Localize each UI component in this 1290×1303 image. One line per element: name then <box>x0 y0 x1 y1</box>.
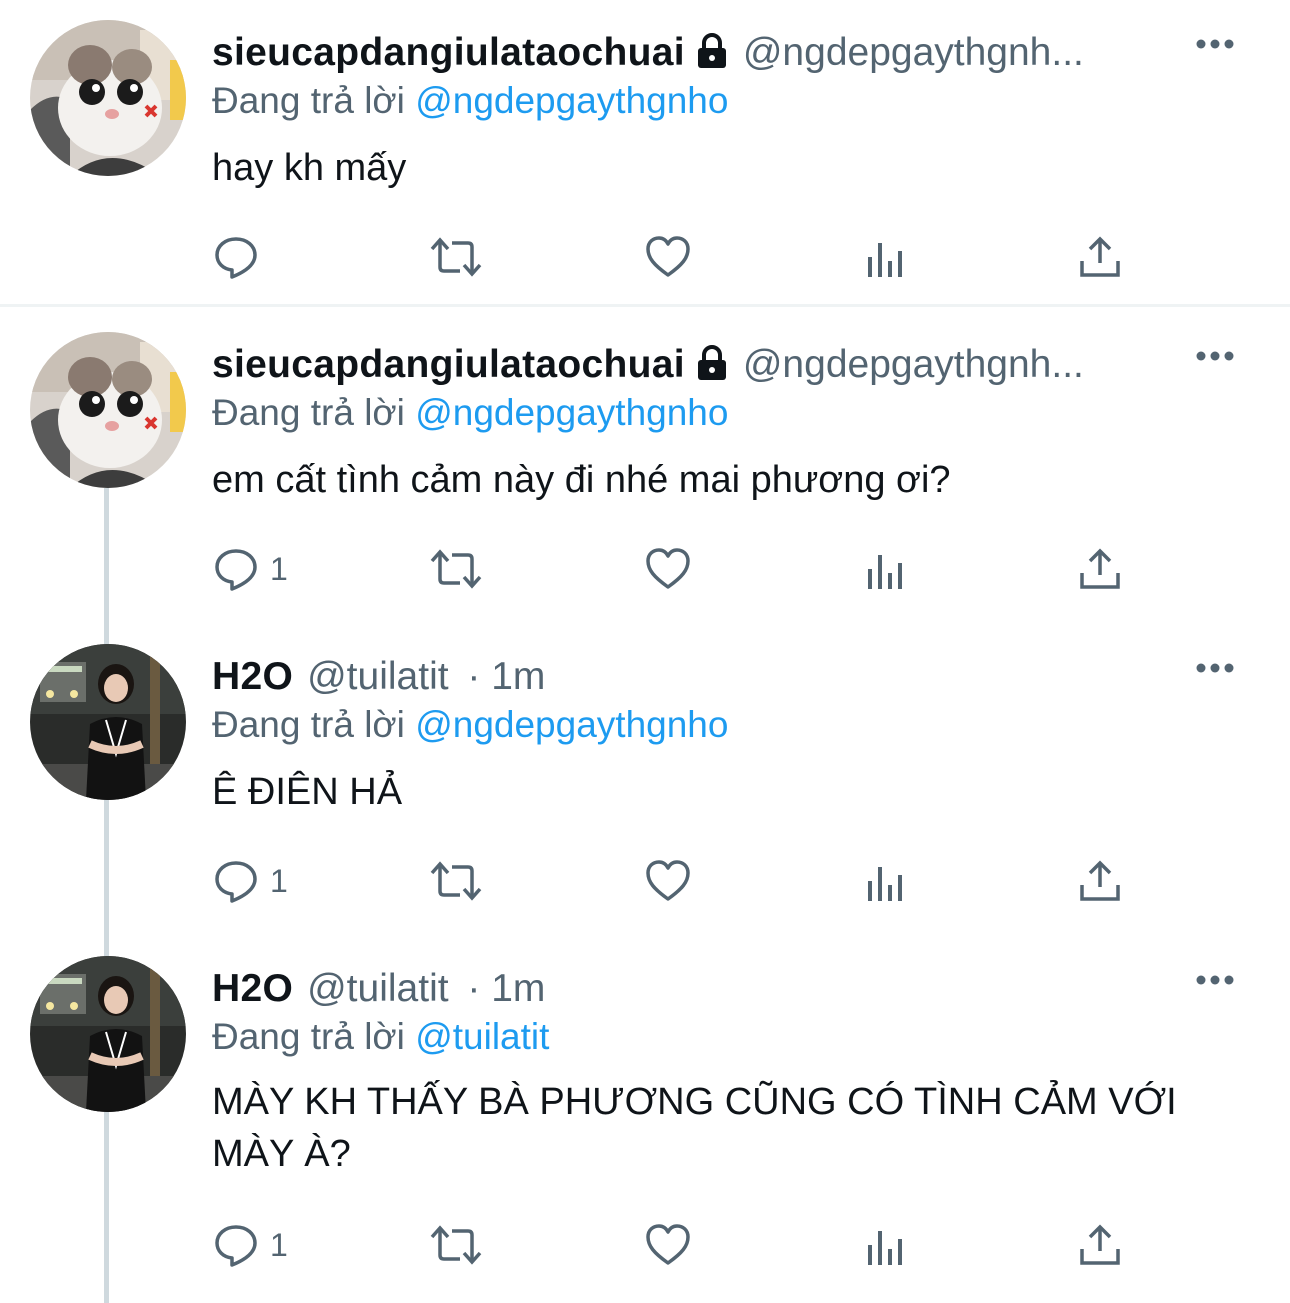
retweet-icon <box>430 237 482 277</box>
views-button[interactable] <box>862 232 910 282</box>
replying-to: Đang trả lời @tuilatit <box>212 1014 549 1060</box>
reply-count: 1 <box>270 862 288 899</box>
timestamp[interactable]: · 1m <box>467 655 545 698</box>
replying-prefix: Đang trả lời <box>212 392 405 433</box>
reply-icon <box>215 1225 257 1267</box>
share-icon <box>1080 548 1120 589</box>
tweet[interactable]: H2O @tuilatit · 1m Đang trả lời @ngdepgay… <box>0 624 1290 936</box>
share-icon <box>1080 1224 1120 1265</box>
handle[interactable]: @tuilatit <box>307 655 448 698</box>
views-icon <box>868 1231 902 1265</box>
avatar[interactable] <box>30 332 186 488</box>
retweet-button[interactable] <box>428 856 484 906</box>
avatar[interactable] <box>30 644 186 800</box>
tweet[interactable]: H2O @tuilatit · 1m Đang trả lời @tuilatit… <box>0 936 1290 1303</box>
views-icon <box>868 243 902 277</box>
views-button[interactable] <box>862 856 910 906</box>
reply-button[interactable]: 1 <box>212 544 288 594</box>
tweet-actions: 1 <box>212 1220 1142 1270</box>
retweet-button[interactable] <box>428 544 484 594</box>
replying-prefix: Đang trả lời <box>212 80 405 121</box>
like-button[interactable] <box>644 1220 692 1270</box>
tweet-text: MÀY KH THẤY BÀ PHƯƠNG CŨNG CÓ TÌNH CẢM V… <box>212 1081 1177 1175</box>
share-icon <box>1080 236 1120 277</box>
heart-icon <box>646 860 690 901</box>
views-icon <box>868 555 902 589</box>
more-icon[interactable] <box>1196 34 1234 54</box>
handle[interactable]: @tuilatit <box>307 967 448 1010</box>
share-icon <box>1080 860 1120 901</box>
tweet[interactable]: sieucapdangiulataochuai @ngdepgaythgnh...… <box>0 312 1290 624</box>
display-name[interactable]: sieucapdangiulataochuai <box>212 31 685 74</box>
views-button[interactable] <box>862 544 910 594</box>
tweet-text: Ê ĐIÊN HẢ <box>212 771 403 813</box>
cat-avatar-image <box>30 332 186 488</box>
display-name[interactable]: H2O <box>212 655 293 698</box>
avatar[interactable] <box>30 956 186 1112</box>
tweet-text: em cất tình cảm này đi nhé mai phương ơi… <box>212 459 951 501</box>
replying-prefix: Đang trả lời <box>212 704 405 745</box>
retweet-button[interactable] <box>428 1220 484 1270</box>
tweet-text: hay kh mấy <box>212 147 407 189</box>
reply-button[interactable] <box>212 232 260 282</box>
cat-avatar-image <box>30 20 186 176</box>
share-button[interactable] <box>1076 1220 1124 1270</box>
mention-link[interactable]: @ngdepgaythgnho <box>415 80 728 121</box>
girl-avatar-image <box>30 644 186 800</box>
retweet-button[interactable] <box>428 232 484 282</box>
retweet-icon <box>430 861 482 901</box>
reply-icon <box>215 861 257 903</box>
mention-link[interactable]: @tuilatit <box>415 1016 549 1057</box>
like-button[interactable] <box>644 856 692 906</box>
retweet-icon <box>430 1225 482 1265</box>
heart-icon <box>646 1224 690 1265</box>
display-name[interactable]: sieucapdangiulataochuai <box>212 343 685 386</box>
mention-link[interactable]: @ngdepgaythgnho <box>415 392 728 433</box>
tweet-actions: 1 <box>212 856 1142 906</box>
handle[interactable]: @ngdepgaythgnh... <box>743 343 1084 386</box>
girl-avatar-image <box>30 956 186 1112</box>
share-button[interactable] <box>1076 544 1124 594</box>
lock-icon <box>695 32 729 82</box>
views-button[interactable] <box>862 1220 910 1270</box>
share-button[interactable] <box>1076 856 1124 906</box>
tweet-header: H2O @tuilatit · 1m <box>212 964 1212 1014</box>
display-name[interactable]: H2O <box>212 967 293 1010</box>
more-icon[interactable] <box>1196 658 1234 678</box>
replying-prefix: Đang trả lời <box>212 1016 405 1057</box>
like-button[interactable] <box>644 544 692 594</box>
replying-to: Đang trả lời @ngdepgaythgnho <box>212 390 728 436</box>
reply-button[interactable]: 1 <box>212 856 288 906</box>
more-icon[interactable] <box>1196 346 1234 366</box>
tweet-actions <box>212 232 1142 282</box>
handle[interactable]: @ngdepgaythgnh... <box>743 31 1084 74</box>
like-button[interactable] <box>644 232 692 282</box>
lock-icon <box>695 344 729 394</box>
reply-count: 1 <box>270 550 288 587</box>
more-icon[interactable] <box>1196 970 1234 990</box>
tweet-actions: 1 <box>212 544 1142 594</box>
retweet-icon <box>430 549 482 589</box>
replying-to: Đang trả lời @ngdepgaythgnho <box>212 702 728 748</box>
tweet[interactable]: sieucapdangiulataochuai @ngdepgaythgnh...… <box>0 0 1290 304</box>
tweet-header: H2O @tuilatit · 1m <box>212 652 1212 702</box>
reply-count: 1 <box>270 1226 288 1263</box>
avatar[interactable] <box>30 20 186 176</box>
tweet-header: sieucapdangiulataochuai @ngdepgaythgnh... <box>212 28 1212 78</box>
tweet-header: sieucapdangiulataochuai @ngdepgaythgnh... <box>212 340 1212 390</box>
reply-icon <box>215 237 257 279</box>
tweet-divider <box>0 304 1290 307</box>
views-icon <box>868 867 902 901</box>
reply-button[interactable]: 1 <box>212 1220 288 1270</box>
heart-icon <box>646 548 690 589</box>
timestamp[interactable]: · 1m <box>467 967 545 1010</box>
replying-to: Đang trả lời @ngdepgaythgnho <box>212 78 728 124</box>
share-button[interactable] <box>1076 232 1124 282</box>
mention-link[interactable]: @ngdepgaythgnho <box>415 704 728 745</box>
heart-icon <box>646 236 690 277</box>
reply-icon <box>215 549 257 591</box>
